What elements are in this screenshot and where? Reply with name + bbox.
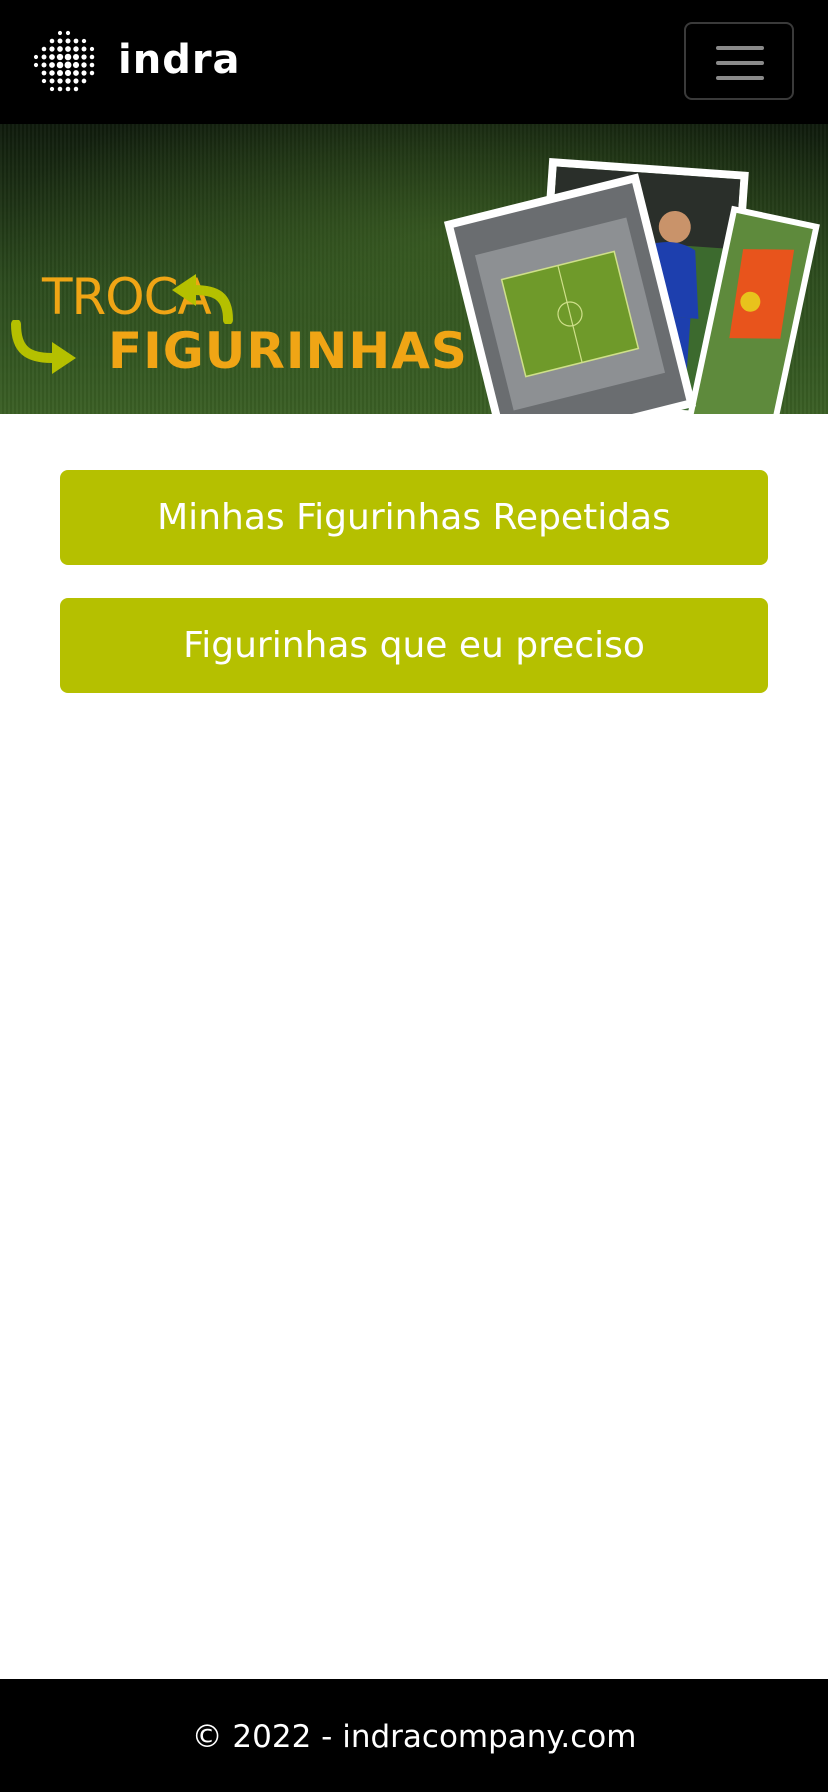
footer-copyright: © 2022 - indracompany.com — [191, 1719, 637, 1755]
logo-dot — [33, 54, 39, 60]
logo-dot — [41, 70, 47, 76]
logo-dot — [57, 38, 63, 44]
footer: © 2022 - indracompany.com — [0, 1679, 828, 1792]
my-duplicate-stickers-button[interactable]: Minhas Figurinhas Repetidas — [60, 470, 768, 565]
logo-dot — [65, 46, 71, 52]
logo-dot — [89, 54, 95, 60]
logo-dot — [64, 53, 72, 61]
hamburger-menu-icon — [716, 46, 764, 50]
hamburger-bar — [716, 61, 764, 65]
logo-dot — [89, 62, 95, 68]
logo-dot — [49, 70, 55, 76]
hamburger-bar — [716, 76, 764, 80]
curved-arrow-left-icon — [172, 274, 233, 324]
logo-dot — [65, 38, 71, 44]
menu-toggle-button[interactable] — [684, 22, 794, 100]
logo-dot — [41, 78, 47, 84]
logo-dot — [49, 62, 55, 68]
logo-dot — [81, 78, 87, 84]
brand-logo[interactable]: indra — [32, 28, 241, 98]
logo-dot — [73, 38, 79, 44]
logo-dot — [73, 70, 79, 76]
logo-dot — [73, 86, 79, 92]
logo-dot — [56, 61, 64, 69]
logo-dot — [72, 53, 80, 61]
logo-dot — [56, 53, 64, 61]
logo-dot — [81, 38, 87, 44]
logo-dot — [57, 30, 63, 36]
logo-dot — [72, 61, 80, 69]
logo-dot — [81, 54, 87, 60]
logo-dot — [81, 70, 87, 76]
hero-banner: TROCA FIGURINHAS — [0, 124, 828, 414]
logo-dot — [57, 86, 63, 92]
logo-dot — [49, 78, 55, 84]
logo-dot — [57, 46, 63, 52]
logo-dot — [49, 86, 55, 92]
logo-dot — [41, 62, 47, 68]
indra-logo-icon — [33, 30, 95, 92]
logo-dot — [81, 62, 87, 68]
logo-dot — [73, 78, 79, 84]
banner-title: TROCA FIGURINHAS — [42, 272, 468, 376]
logo-dot — [73, 46, 79, 52]
brand-name: indra — [118, 37, 241, 83]
logo-dot — [49, 38, 55, 44]
logo-dot — [49, 54, 55, 60]
stickers-i-need-button[interactable]: Figurinhas que eu preciso — [60, 598, 768, 693]
logo-dot — [64, 61, 72, 69]
curved-arrow-right-icon — [11, 320, 76, 374]
logo-dot — [49, 46, 55, 52]
logo-dot — [89, 46, 95, 52]
logo-dot — [41, 46, 47, 52]
logo-dot — [81, 46, 87, 52]
logo-dot — [57, 78, 63, 84]
logo-dot — [65, 30, 71, 36]
banner-title-line2: FIGURINHAS — [108, 322, 468, 380]
banner-title-line1: TROCA — [42, 268, 212, 326]
logo-dot — [64, 69, 72, 77]
navbar: indra — [0, 0, 828, 124]
logo-dot — [89, 70, 95, 76]
logo-dot — [56, 69, 64, 77]
logo-dot — [33, 62, 39, 68]
sticker-photos-image — [443, 158, 820, 414]
logo-dot — [41, 54, 47, 60]
logo-dot — [65, 78, 71, 84]
logo-dot — [65, 86, 71, 92]
